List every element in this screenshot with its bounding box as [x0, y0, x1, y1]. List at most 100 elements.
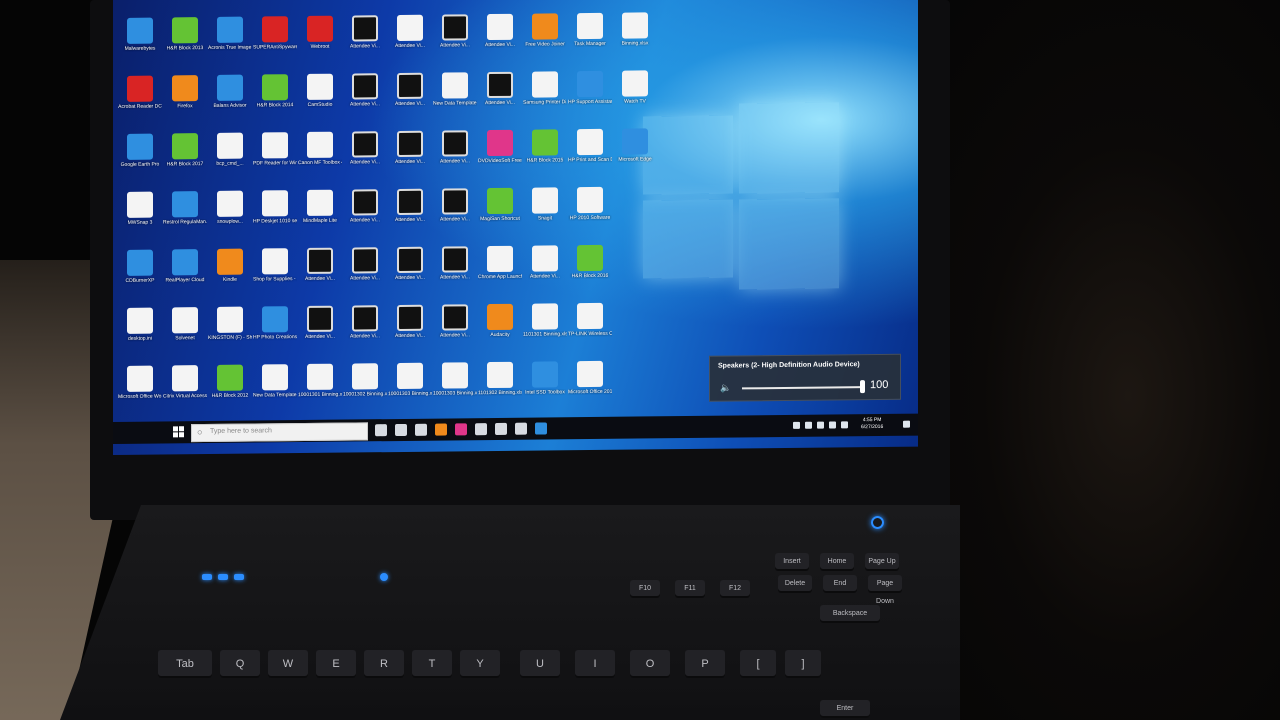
volume-slider-track[interactable] [742, 386, 862, 390]
desktop-icon[interactable]: Attendee Vi... [523, 245, 567, 280]
desktop-icon[interactable]: Attendee Vi... [388, 14, 432, 49]
desktop-icon[interactable]: Attendee Vi... [343, 305, 387, 340]
desktop-icon[interactable]: CamStudio [298, 73, 342, 108]
pinned-app-icon[interactable] [515, 422, 527, 435]
key-f10[interactable]: F10 [630, 580, 660, 598]
desktop-icon[interactable]: HP Print and Scan Doctor [568, 128, 612, 163]
desktop-icon[interactable]: Webroot [298, 15, 342, 50]
desktop-icon[interactable]: snowplow... [208, 190, 252, 225]
key-q[interactable]: Q [220, 650, 260, 678]
desktop-icon[interactable]: Malwarebytes [118, 17, 162, 52]
speaker-icon[interactable]: 🔈 [720, 383, 731, 394]
desktop-icon[interactable]: TP-LINK Wireless C... [568, 302, 612, 337]
chevron-up-icon[interactable] [805, 421, 812, 429]
key-end[interactable]: End [823, 575, 857, 593]
volume-slider-thumb[interactable] [860, 380, 865, 394]
desktop-icon[interactable]: bcp_cmd_... [208, 132, 252, 167]
key-p[interactable]: P [685, 650, 725, 678]
wifi-icon[interactable] [829, 421, 836, 429]
desktop-icon[interactable]: PDF Reader for Windo... [253, 132, 297, 167]
key-e[interactable]: E [316, 650, 356, 678]
desktop-icon[interactable]: Attendee Vi... [343, 15, 387, 50]
key-tab[interactable]: Tab [158, 650, 212, 678]
taskbar-search-box[interactable]: ○ Type here to search [191, 422, 368, 443]
desktop-icon[interactable]: HP 2010 Software [568, 186, 612, 221]
key-o[interactable]: O [630, 650, 670, 678]
desktop-icon[interactable]: Attendee Vi... [298, 247, 342, 282]
desktop-icon[interactable]: New Data Template.xlsx [433, 72, 477, 107]
desktop-icon[interactable]: MWSnap 3 [118, 191, 162, 226]
desktop-icon[interactable]: Kindle [208, 248, 252, 283]
desktop-icon[interactable]: H&R Block 2012 [208, 364, 252, 399]
desktop-icon[interactable]: Audacity [478, 303, 522, 338]
key-w[interactable]: W [268, 650, 308, 678]
desktop-icon[interactable]: HP Photo Creations [253, 306, 297, 341]
desktop-icon[interactable]: Attendee Vi... [388, 72, 432, 107]
store-icon[interactable] [395, 423, 407, 437]
desktop-icon[interactable]: H&R Block 2015 [523, 129, 567, 164]
desktop-icon[interactable]: H&R Block 2014 [253, 74, 297, 108]
desktop-icon[interactable]: Intel SSD Toolbox [523, 361, 567, 396]
desktop-icon[interactable]: Attendee Vi... [388, 130, 432, 165]
edge-icon[interactable] [535, 422, 547, 435]
key-left-bracket[interactable]: [ [740, 650, 776, 678]
desktop-icon[interactable]: Chrome App Launcher [478, 245, 522, 280]
notifications-icon[interactable] [903, 420, 910, 428]
desktop-icon[interactable]: 10001302 Binning.xlsx [343, 363, 387, 398]
key-home[interactable]: Home [820, 553, 854, 571]
key-u[interactable]: U [520, 650, 560, 678]
desktop-icon[interactable]: Attendee Vi... [343, 131, 387, 166]
desktop-icon[interactable]: Attendee Vi... [388, 188, 432, 223]
desktop-icon[interactable]: Snagit [523, 187, 567, 222]
key-page-up[interactable]: Page Up [865, 553, 899, 571]
desktop-icon[interactable]: New Data Template.xlsx [253, 364, 297, 399]
desktop-icon[interactable]: Attendee Vi... [388, 304, 432, 339]
key-right-bracket[interactable]: ] [785, 650, 821, 678]
desktop-icon[interactable]: Attendee Vi... [478, 13, 522, 48]
desktop-icon[interactable]: 1101302 Binning.xlsx [478, 361, 522, 396]
desktop-icon[interactable]: Acrobat Reader DC [118, 75, 162, 110]
desktop-icon[interactable]: Attendee Vi... [343, 73, 387, 108]
desktop-icon[interactable]: RealPlayer Cloud [163, 249, 207, 283]
desktop-icon[interactable]: 1101301 Binning.xlsx [523, 303, 567, 338]
desktop-icon[interactable]: Firefox [163, 75, 207, 109]
desktop-icon[interactable]: Attendee Vi... [433, 14, 477, 49]
desktop-icon[interactable]: Attendee Vi... [478, 71, 522, 106]
volume-icon[interactable] [841, 421, 848, 429]
desktop-icon[interactable]: 10001303 Binning.xlsx [388, 362, 432, 397]
desktop-icon[interactable]: DVDVideoSoft Free Studio [478, 129, 522, 164]
pinned-app-icon[interactable] [475, 423, 487, 436]
key-insert[interactable]: Insert [775, 553, 809, 571]
taskbar-clock[interactable]: 4:55 PM 6/27/2016 [861, 417, 883, 431]
desktop-icon[interactable]: Attendee Vi... [433, 188, 477, 223]
desktop-icon[interactable]: Free Video Joiner [523, 13, 567, 48]
desktop-icon[interactable]: KINGSTON (F) - Shortcut [208, 306, 252, 341]
desktop-icon[interactable]: Acronis True Image 2015 [208, 16, 252, 51]
key-backspace[interactable]: Backspace [820, 605, 880, 623]
key-f11[interactable]: F11 [675, 580, 705, 598]
desktop-icon[interactable]: Microsoft Edge [613, 128, 657, 163]
desktop-icon[interactable]: Microsoft Office 2010 [568, 360, 612, 395]
desktop-icon[interactable]: Shop for Supplies - ... [253, 248, 297, 283]
desktop-icon[interactable]: 10001301 Binning.xlsx [298, 363, 342, 398]
key-enter[interactable]: Enter [820, 700, 870, 718]
desktop-icon[interactable]: Binning.xlsx [613, 12, 657, 47]
desktop-icon[interactable]: Attendee Vi... [433, 304, 477, 339]
key-i[interactable]: I [575, 650, 615, 678]
key-f12[interactable]: F12 [720, 580, 750, 598]
file-explorer-icon[interactable] [415, 423, 427, 436]
desktop-icon[interactable]: Samsung Printer Di... [523, 71, 567, 106]
desktop-icon[interactable]: Attendee Vi... [343, 189, 387, 224]
desktop-icon[interactable]: Solvenet [163, 307, 207, 341]
desktop-icon[interactable]: 10001303 Binning.xlsx [433, 362, 477, 397]
desktop-icon[interactable]: Attendee Vi... [433, 246, 477, 281]
battery-icon[interactable] [817, 421, 824, 429]
desktop-icon[interactable]: Task Manager [568, 12, 612, 47]
desktop-icon[interactable]: Balans Advisor [208, 74, 252, 109]
start-button[interactable] [173, 426, 185, 438]
desktop-icon[interactable]: Microsoft Office Wo... [118, 365, 162, 400]
desktop-icon[interactable]: MindMaple Lite [298, 189, 342, 224]
desktop-icon[interactable]: H&R Block 2017 [163, 133, 207, 167]
desktop-icon[interactable]: desktop.ini [118, 307, 162, 342]
desktop-icon[interactable]: CDBurnerXP [118, 249, 162, 284]
